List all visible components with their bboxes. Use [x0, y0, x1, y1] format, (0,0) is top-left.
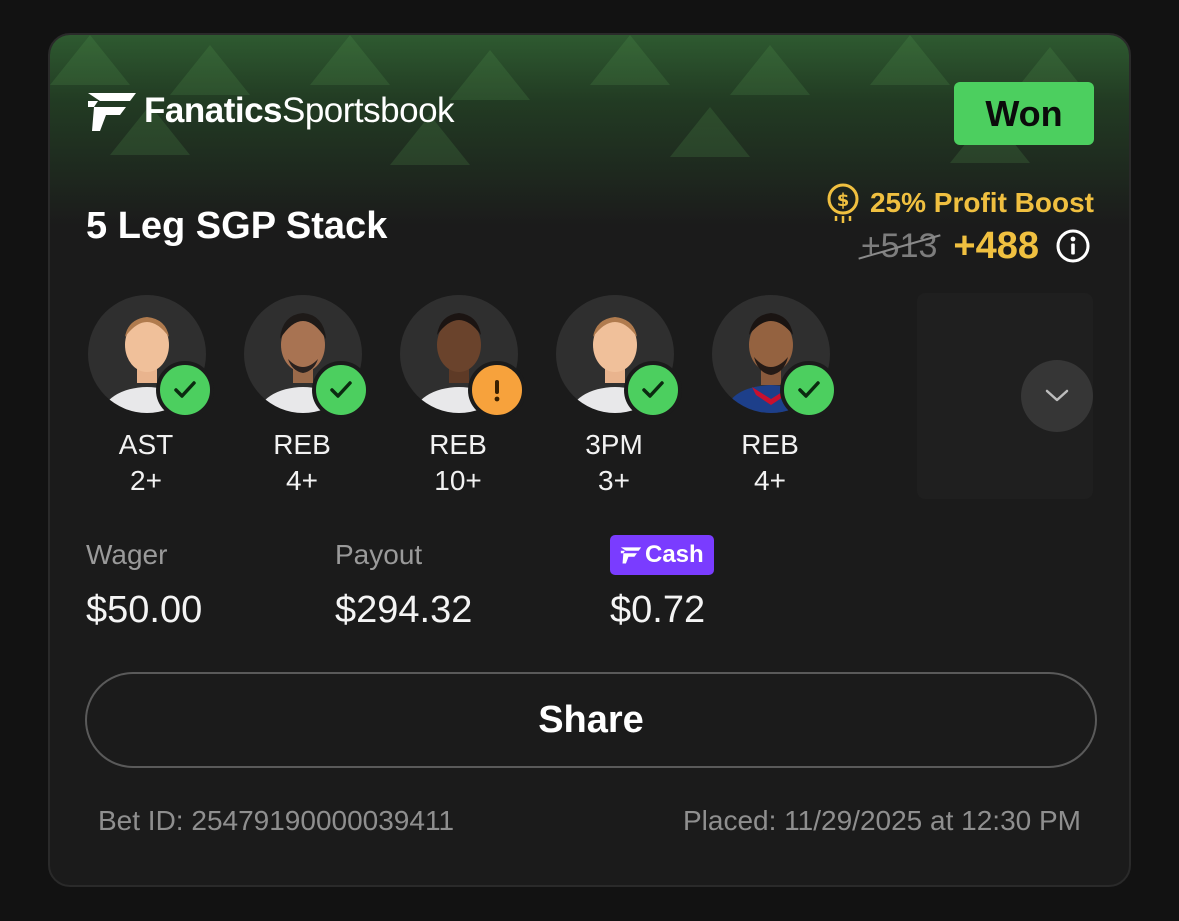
profit-boost: $ 25% Profit Boost: [826, 183, 1094, 223]
cash-block: Cash $0.72: [610, 535, 714, 632]
bet-id: Bet ID: 25479190000039411: [98, 805, 455, 836]
boosted-odds: +488: [953, 224, 1039, 267]
leg-won-icon: [156, 361, 214, 419]
leg-item[interactable]: REB 4+: [710, 293, 838, 503]
leg-item[interactable]: REB 10+: [398, 293, 526, 503]
leg-item[interactable]: REB 4+: [242, 293, 370, 503]
wager-label: Wager: [86, 539, 168, 570]
cash-value: $0.72: [610, 589, 706, 631]
leg-won-icon: [624, 361, 682, 419]
payout-label: Payout: [335, 539, 423, 570]
fanatics-cash-badge: Cash: [610, 535, 714, 575]
status-badge: Won: [954, 82, 1094, 145]
leg-stat-type: AST: [118, 429, 174, 460]
payout-value: $294.32: [335, 589, 473, 631]
leg-stat-type: REB: [741, 429, 799, 460]
expand-legs-button[interactable]: [1021, 360, 1093, 432]
placed-timestamp: Placed: 11/29/2025 at 12:30 PM: [683, 805, 1081, 836]
brand-name-bold: Fanatics: [144, 91, 283, 130]
bet-legs: AST 2+ REB 4+ REB 10+ 3PM 3+ REB 4+: [86, 293, 846, 503]
brand-name-light: Sportsbook: [282, 91, 455, 130]
leg-item[interactable]: AST 2+: [86, 293, 214, 503]
bet-title: 5 Leg SGP Stack: [86, 205, 388, 247]
fanatics-logo-icon: [88, 93, 136, 131]
odds-row: +513 +488: [861, 221, 1091, 271]
leg-stat-type: REB: [273, 429, 331, 460]
boost-label: 25% Profit Boost: [869, 187, 1094, 218]
wager-value: $50.00: [86, 589, 203, 631]
leg-won-icon: [780, 361, 838, 419]
fanatics-sportsbook-logo: FanaticsSportsbook: [86, 89, 455, 133]
leg-warning-icon: [468, 361, 526, 419]
leg-stat-line: 4+: [754, 465, 786, 496]
leg-stat-type: 3PM: [585, 429, 643, 460]
info-icon[interactable]: [1055, 228, 1091, 264]
share-button[interactable]: Share: [85, 672, 1097, 768]
original-odds: +513: [860, 226, 938, 265]
wager-block: Wager $50.00: [86, 535, 202, 632]
leg-stat-line: 2+: [130, 465, 162, 496]
fanatics-logo-icon: [620, 547, 642, 564]
leg-stat-type: REB: [429, 429, 487, 460]
cash-label: Cash: [645, 541, 704, 568]
leg-won-icon: [312, 361, 370, 419]
payout-block: Payout $294.32: [335, 535, 472, 632]
boost-coin-icon: $: [827, 183, 859, 223]
leg-stat-line: 3+: [598, 465, 630, 496]
leg-item[interactable]: 3PM 3+: [554, 293, 682, 503]
chevron-down-icon: [1045, 389, 1069, 402]
bet-card: FanaticsSportsbook Won 5 Leg SGP Stack $…: [48, 33, 1131, 887]
svg-text:$: $: [837, 190, 850, 211]
leg-stat-line: 10+: [434, 465, 482, 496]
leg-stat-line: 4+: [286, 465, 318, 496]
